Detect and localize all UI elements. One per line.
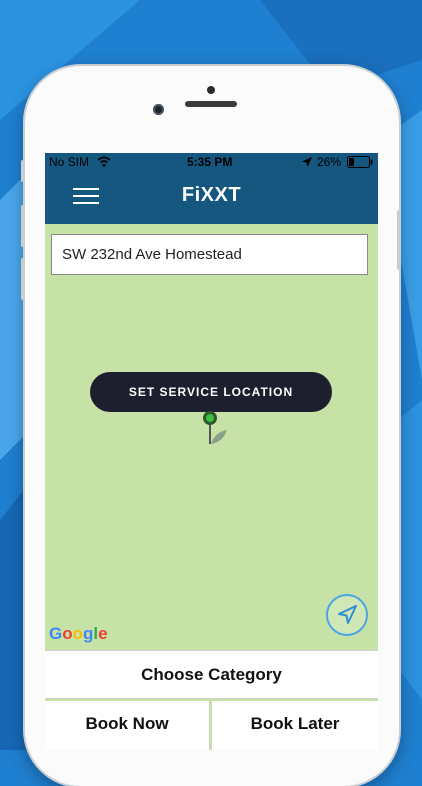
book-now-button[interactable]: Book Now bbox=[45, 701, 210, 750]
address-input[interactable] bbox=[51, 234, 368, 275]
app-header: FiXXT bbox=[45, 171, 378, 224]
phone-power-button bbox=[397, 210, 401, 270]
carrier-label: No SIM bbox=[49, 155, 90, 169]
clock: 5:35 PM bbox=[187, 155, 233, 169]
location-arrow-icon bbox=[302, 157, 312, 167]
phone-volume-down bbox=[21, 258, 25, 300]
phone-screen: No SIM 5:35 PM 26% FiXXT SET SERVICE LOC… bbox=[45, 153, 378, 750]
map-view[interactable]: SET SERVICE LOCATION Google bbox=[45, 224, 378, 650]
battery-icon bbox=[347, 156, 373, 168]
locate-me-button[interactable] bbox=[326, 594, 368, 636]
map-pin-icon bbox=[203, 411, 227, 444]
google-logo: Google bbox=[49, 624, 108, 643]
app-title: FiXXT bbox=[181, 184, 242, 206]
phone-volume-up bbox=[21, 205, 25, 247]
battery-percent: 26% bbox=[317, 155, 342, 169]
set-service-location-button[interactable]: SET SERVICE LOCATION bbox=[90, 372, 332, 412]
phone-side-button bbox=[21, 160, 25, 182]
status-bar: No SIM 5:35 PM 26% bbox=[45, 153, 378, 171]
earpiece-speaker bbox=[185, 101, 237, 107]
front-camera bbox=[153, 104, 164, 115]
book-later-button[interactable]: Book Later bbox=[212, 701, 378, 750]
locate-me-icon bbox=[338, 605, 357, 624]
front-sensor bbox=[207, 86, 215, 94]
wifi-icon bbox=[97, 156, 111, 167]
choose-category-button[interactable]: Choose Category bbox=[45, 650, 378, 699]
